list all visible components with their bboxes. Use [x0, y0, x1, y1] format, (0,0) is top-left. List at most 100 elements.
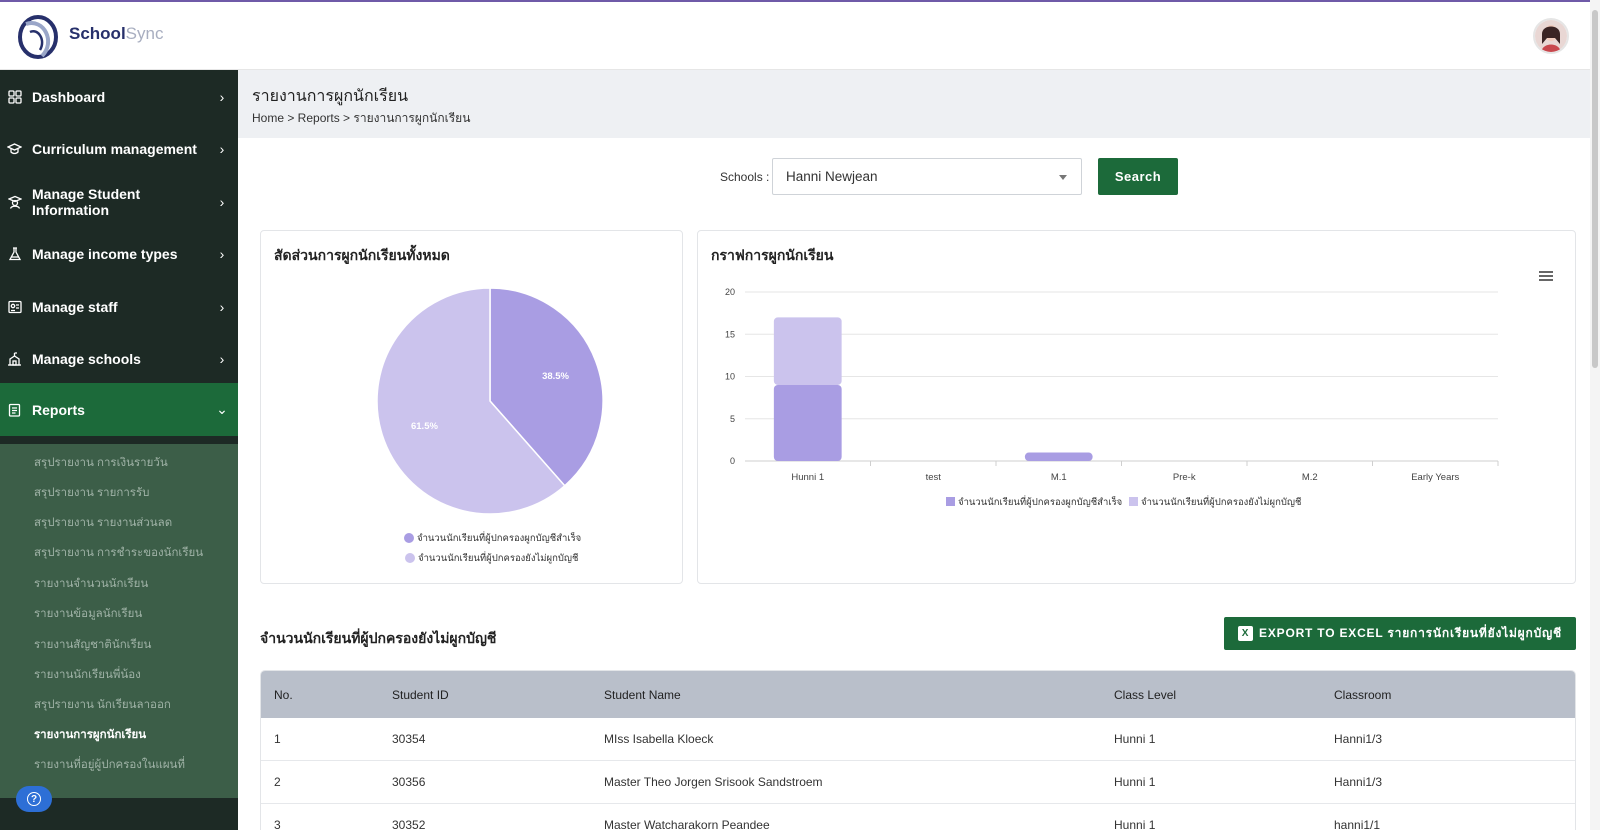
y-tick-label: 15 — [725, 329, 735, 339]
pie-chart: 38.5% 61.5% จำนวนนักเรียนที่ผู้ปกครองผูก… — [376, 287, 604, 564]
brand-primary: School — [69, 24, 126, 43]
cell-student-name: MIss Isabella Kloeck — [604, 732, 714, 746]
cell-student-name: Master Watcharakorn Peandee — [604, 818, 770, 830]
legend-marker — [1129, 497, 1138, 506]
school-icon — [7, 351, 22, 366]
brand-secondary: Sync — [125, 24, 164, 43]
cell-class-level: Hunni 1 — [1114, 775, 1156, 789]
user-avatar[interactable] — [1533, 18, 1569, 54]
chevron-right-icon: › — [219, 193, 225, 210]
table-row[interactable]: 1 30354 MIss Isabella Kloeck Hunni 1 Han… — [261, 718, 1575, 761]
submenu-item[interactable]: รายงานข้อมูลนักเรียน — [34, 605, 142, 623]
column-header[interactable]: Student ID — [392, 688, 604, 702]
school-select[interactable]: Hanni Newjean — [772, 158, 1082, 195]
legend-marker — [405, 553, 415, 563]
chevron-right-icon: › — [219, 350, 225, 367]
sidebar-item-curriculum[interactable]: Curriculum management › — [0, 122, 238, 175]
x-tick-label: Pre-k — [1173, 472, 1196, 483]
question-icon: ? — [27, 792, 41, 806]
chevron-right-icon: › — [219, 245, 225, 262]
submenu-item-current[interactable]: รายงานการผูกนักเรียน — [34, 726, 146, 744]
column-header[interactable]: No. — [261, 688, 392, 702]
scrollbar-thumb[interactable] — [1592, 10, 1598, 368]
sidebar-item-label: Dashboard — [32, 88, 106, 105]
submenu-item[interactable]: สรุปรายงาน นักเรียนลาออก — [34, 696, 171, 714]
sidebar-item-staff[interactable]: Manage staff › — [0, 280, 238, 333]
pie-chart-card: สัดส่วนการผูกนักเรียนทั้งหมด 38.5% 61.5%… — [260, 230, 683, 584]
submenu-item[interactable]: รายงานจำนวนนักเรียน — [34, 575, 148, 593]
brand-name: SchoolSync — [69, 24, 163, 44]
unlinked-section-title: จำนวนนักเรียนที่ผู้ปกครองยังไม่ผูกบัญชี — [260, 630, 497, 646]
x-tick-label: M.2 — [1302, 472, 1318, 483]
cell-classroom: hanni1/1 — [1334, 818, 1381, 830]
sidebar-item-dashboard[interactable]: Dashboard › — [0, 70, 238, 123]
sidebar-item-schools[interactable]: Manage schools › — [0, 332, 238, 385]
y-tick-label: 10 — [725, 372, 735, 382]
cell-student-id: 30354 — [392, 732, 426, 746]
chevron-right-icon: › — [219, 140, 225, 157]
submenu-item[interactable]: สรุปรายงาน การเงินรายวัน — [34, 454, 168, 472]
submenu-item[interactable]: สรุปรายงาน การชำระของนักเรียน — [34, 544, 203, 562]
school-filter-label: Schools : — [720, 170, 770, 184]
table-row[interactable]: 3 30352 Master Watcharakorn Peandee Hunn… — [261, 804, 1575, 830]
page-scrollbar[interactable] — [1590, 0, 1600, 830]
breadcrumb: Home > Reports > รายงานการผูกนักเรียน — [252, 111, 471, 125]
sidebar-item-reports[interactable]: Reports ⌄ — [0, 383, 238, 436]
chevron-right-icon: › — [219, 298, 225, 315]
pie-legend-unlinked[interactable]: จำนวนนักเรียนที่ผู้ปกครองยังไม่ผูกบัญชี — [418, 551, 579, 564]
help-button[interactable]: ? — [16, 786, 52, 812]
school-select-value: Hanni Newjean — [786, 169, 878, 184]
x-tick-label: Early Years — [1411, 472, 1459, 483]
pie-legend-linked[interactable]: จำนวนนักเรียนที่ผู้ปกครองผูกบัญชีสำเร็จ — [417, 531, 581, 544]
bar-segment[interactable] — [773, 384, 842, 461]
sidebar-item-label: Manage Student Information — [32, 185, 141, 218]
sidebar-item-label: Reports — [32, 401, 85, 418]
sidebar-item-label: Curriculum management — [32, 140, 197, 157]
submenu-item[interactable]: รายงานสัญชาตินักเรียน — [34, 636, 151, 654]
page-header: รายงานการผูกนักเรียน Home > Reports > รา… — [238, 70, 1590, 138]
report-icon — [7, 402, 22, 417]
id-card-icon — [7, 299, 22, 314]
bar-legend-linked[interactable]: จำนวนนักเรียนที่ผู้ปกครองผูกบัญชีสำเร็จ — [958, 495, 1122, 508]
legend-marker — [404, 533, 414, 543]
reports-submenu: สรุปรายงาน การเงินรายวัน สรุปรายงาน รายก… — [0, 444, 238, 798]
x-tick-label: Hunni 1 — [791, 472, 824, 483]
bar-segment[interactable] — [773, 317, 842, 385]
grid-icon — [7, 89, 22, 104]
schoolsync-logo[interactable] — [16, 12, 60, 60]
submenu-item[interactable]: รายงานที่อยู่ผู้ปกครองในแผนที่ — [34, 756, 185, 774]
pie-slice-label: 38.5% — [542, 371, 569, 382]
column-header[interactable]: Classroom — [1334, 688, 1534, 702]
cell-class-level: Hunni 1 — [1114, 818, 1156, 830]
y-tick-label: 0 — [730, 456, 735, 466]
table-row[interactable]: 2 30356 Master Theo Jorgen Srisook Sands… — [261, 761, 1575, 804]
cell-no: 1 — [274, 732, 281, 746]
sidebar-item-student-info[interactable]: Manage Student Information › — [0, 175, 238, 228]
graduation-cap-icon — [7, 141, 22, 156]
chevron-right-icon: › — [219, 88, 225, 105]
sidebar-item-label: Manage schools — [32, 350, 141, 367]
sidebar-item-income-types[interactable]: Manage income types › — [0, 227, 238, 280]
export-button-label: EXPORT TO EXCEL รายการนักเรียนที่ยังไม่ผ… — [1259, 626, 1562, 640]
export-excel-button[interactable]: X EXPORT TO EXCEL รายการนักเรียนที่ยังไม… — [1224, 617, 1576, 650]
top-bar: SchoolSync — [0, 2, 1590, 70]
page-title: รายงานการผูกนักเรียน — [252, 88, 409, 105]
y-tick-label: 20 — [725, 287, 735, 297]
caret-down-icon — [1059, 175, 1067, 180]
submenu-item[interactable]: รายงานนักเรียนพี่น้อง — [34, 666, 141, 684]
submenu-item[interactable]: สรุปรายงาน รายการรับ — [34, 484, 149, 502]
search-button[interactable]: Search — [1098, 158, 1178, 195]
submenu-item[interactable]: สรุปรายงาน รายงานส่วนลด — [34, 514, 172, 532]
column-header[interactable]: Class Level — [1114, 688, 1334, 702]
pie-slice-label: 61.5% — [411, 421, 438, 432]
student-icon — [7, 194, 22, 209]
y-tick-label: 5 — [730, 414, 735, 424]
x-tick-label: M.1 — [1051, 472, 1067, 483]
bar-segment[interactable] — [1024, 452, 1093, 461]
bar-legend-unlinked[interactable]: จำนวนนักเรียนที่ผู้ปกครองยังไม่ผูกบัญชี — [1141, 495, 1302, 508]
bar-chart: 0 5 10 15 20 Hunni 1 test M.1 Pre-k M.2 Early Yea… — [725, 287, 1499, 508]
cell-classroom: Hanni1/3 — [1334, 732, 1383, 746]
column-header[interactable]: Student Name — [604, 688, 1114, 702]
x-tick-label: test — [926, 472, 942, 483]
cell-student-id: 30356 — [392, 775, 426, 789]
